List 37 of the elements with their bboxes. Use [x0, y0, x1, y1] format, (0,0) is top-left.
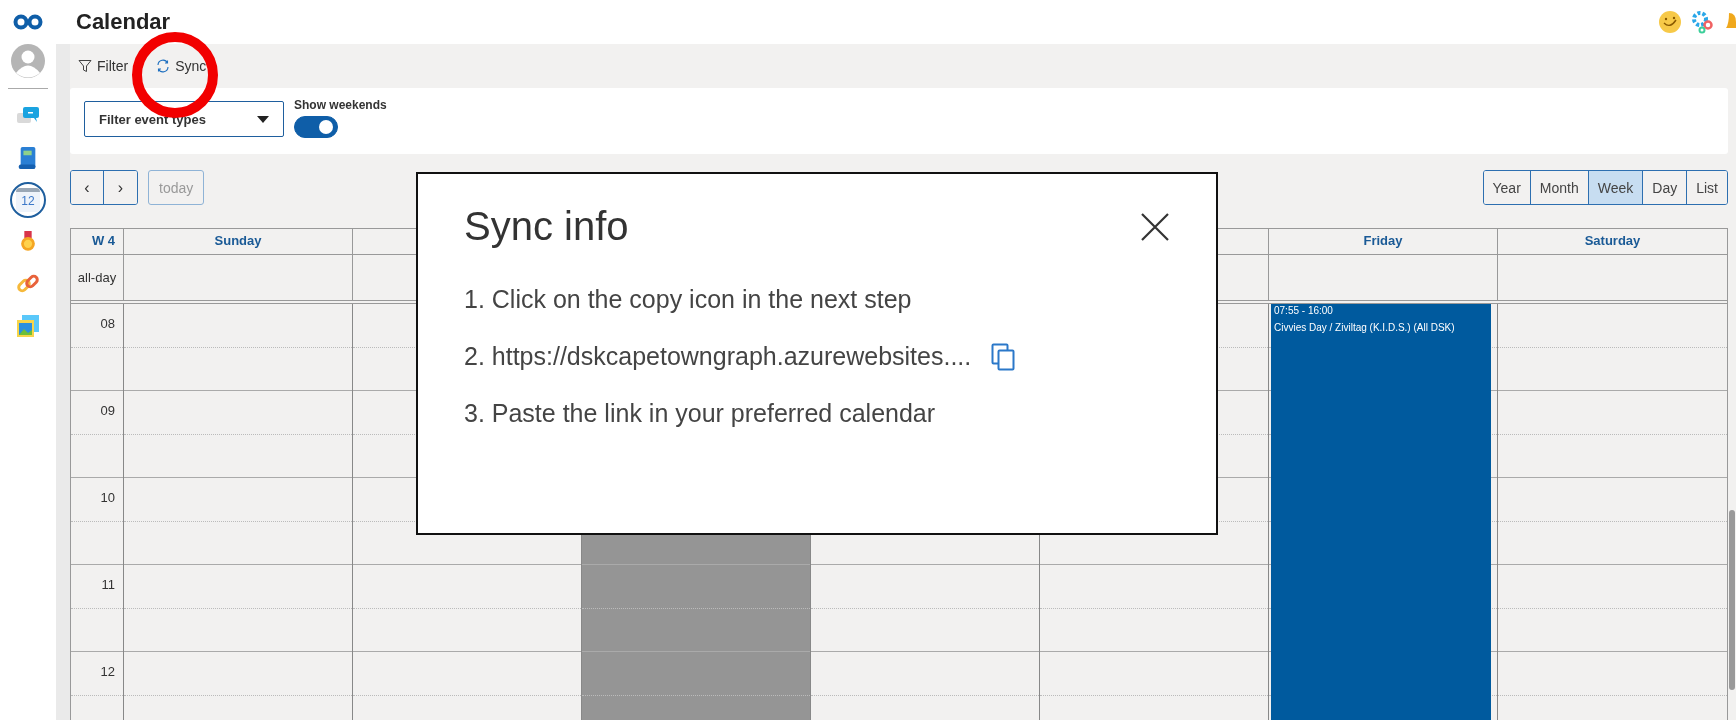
smiley-icon[interactable]: [1658, 10, 1682, 34]
day-header: Friday: [1269, 229, 1498, 254]
sync-button[interactable]: Sync: [154, 54, 209, 78]
logo-icon[interactable]: [13, 14, 43, 30]
event-type-dropdown[interactable]: Filter event types: [84, 101, 284, 137]
copy-icon[interactable]: [991, 342, 1016, 371]
step-text: 3. Paste the link in your preferred calendar: [464, 399, 936, 428]
previous-button[interactable]: ‹: [71, 171, 104, 204]
weekends-toggle[interactable]: [294, 116, 338, 138]
hour-label: 08: [99, 315, 116, 331]
hour-label: 10: [99, 489, 116, 505]
calendar-nav-item[interactable]: 12: [10, 182, 46, 218]
filter-icon: [78, 59, 92, 73]
all-day-label: all-day: [71, 255, 124, 300]
day-header: Sunday: [124, 229, 353, 254]
settings-icon[interactable]: [1690, 10, 1714, 34]
picture-icon: [16, 314, 40, 338]
hour-label: 11: [100, 576, 116, 592]
hour-label: 09: [99, 402, 116, 418]
view-tab[interactable]: Year: [1483, 171, 1531, 204]
close-icon[interactable]: [1140, 211, 1170, 242]
dialog-title: Sync info: [464, 204, 629, 249]
week-number: W 4: [71, 229, 124, 254]
sync-icon: [156, 59, 171, 73]
event-title: Civvies Day / Ziviltag (K.I.D.S.) (All DSK): [1274, 322, 1456, 333]
caret-icon: [257, 115, 269, 123]
calendar-icon: 12: [16, 188, 40, 212]
page-title: Calendar: [76, 9, 171, 35]
step-text: 1. Click on the copy icon in the next step: [464, 285, 912, 314]
step-text: 2. https://dskcapetowngraph.azurewebsites....: [464, 342, 972, 371]
filter-button[interactable]: Filter: [76, 54, 131, 78]
event-time: 07:55 - 16:00: [1274, 305, 1334, 316]
hour-label: 12: [99, 663, 116, 679]
calendar-event[interactable]: 07:55 - 16:00 Civvies Day / Ziviltag (K.I.D.S.) (All DSK): [1271, 304, 1491, 720]
view-tab[interactable]: Week: [1588, 171, 1644, 204]
day-header: Saturday: [1583, 232, 1642, 250]
toggle-label: Show weekends: [294, 98, 387, 112]
